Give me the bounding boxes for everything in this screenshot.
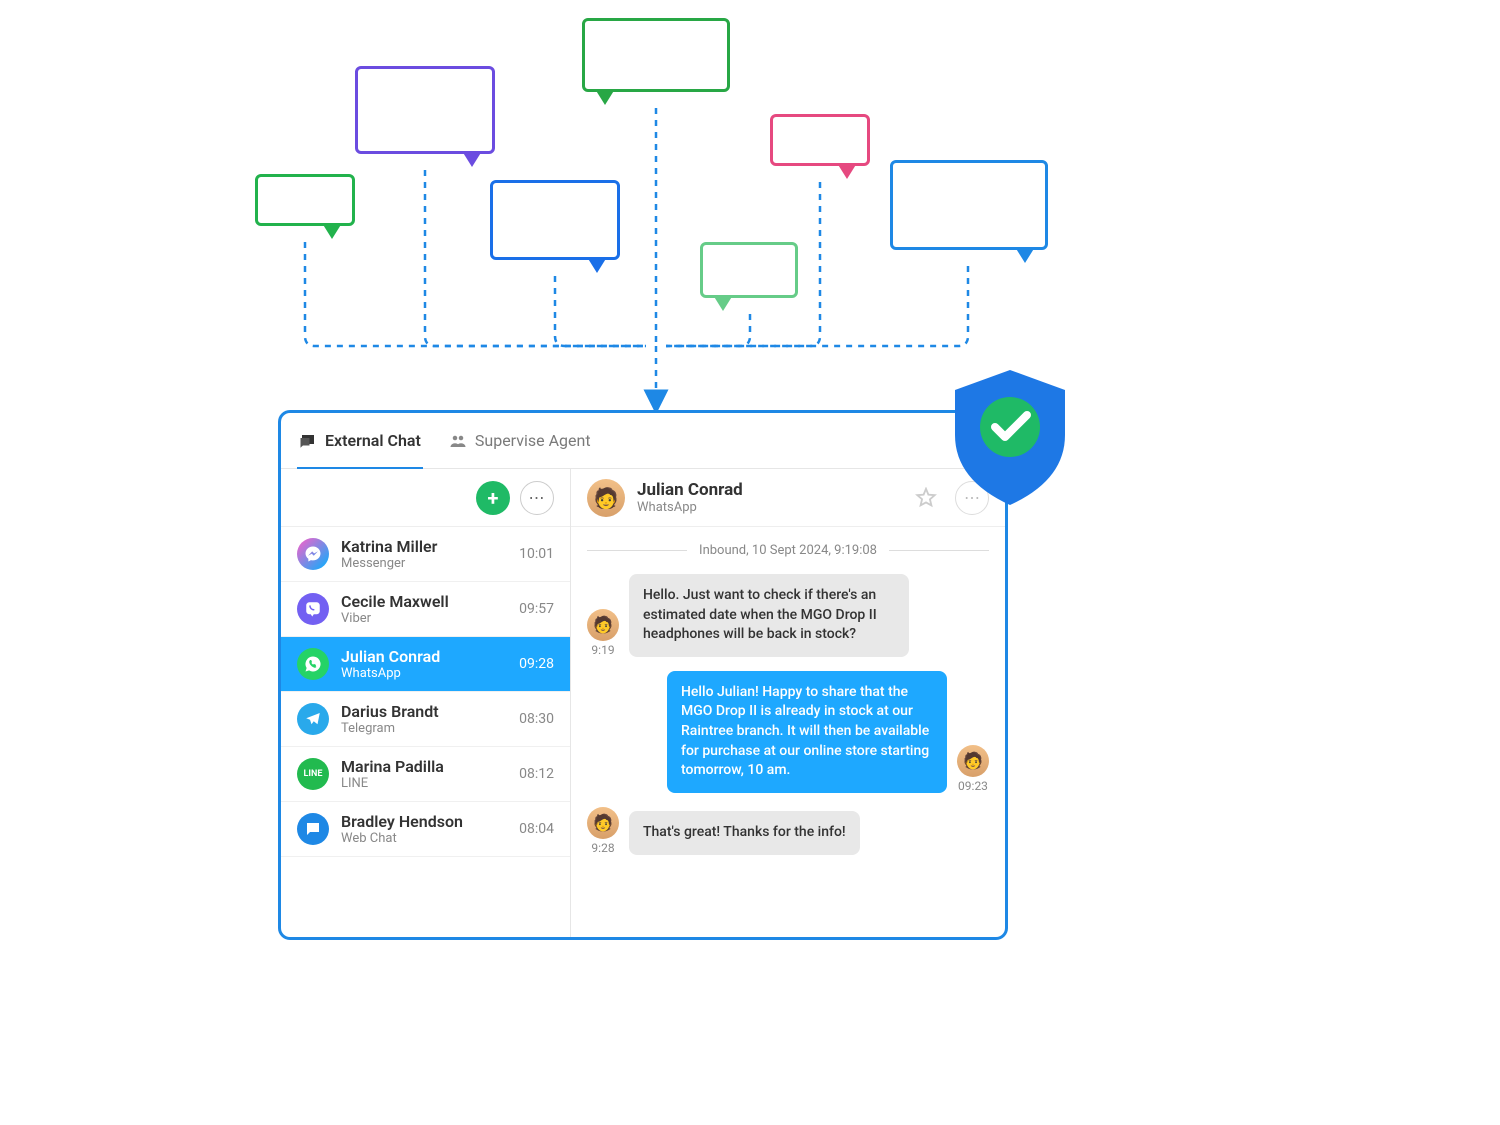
chat-contact-channel: WhatsApp xyxy=(637,500,897,515)
message-time: 9:19 xyxy=(591,643,614,657)
chat-body: Inbound, 10 Sept 2024, 9:19:08 🧑 9:19 He… xyxy=(571,527,1005,937)
tab-label: Supervise Agent xyxy=(475,431,591,450)
speech-bubble-icon xyxy=(582,18,730,92)
avatar: 🧑 xyxy=(587,807,619,839)
message-row: 🧑 9:19 Hello. Just want to check if ther… xyxy=(587,574,989,657)
conversation-item[interactable]: Katrina Miller Messenger 10:01 xyxy=(281,527,570,582)
chat-contact-name: Julian Conrad xyxy=(637,480,897,500)
telegram-icon xyxy=(297,703,329,735)
conversation-channel: LINE xyxy=(341,776,507,791)
speech-bubble-icon xyxy=(255,174,355,226)
line-icon: LINE xyxy=(297,758,329,790)
conversation-time: 08:30 xyxy=(519,711,554,727)
conversation-channel: Web Chat xyxy=(341,831,507,846)
conversation-list: Katrina Miller Messenger 10:01 Cecile Ma… xyxy=(281,527,570,937)
chat-app-window: External Chat Supervise Agent + ⋯ Katrin… xyxy=(278,410,1008,940)
speech-bubble-icon xyxy=(770,114,870,166)
conversation-name: Darius Brandt xyxy=(341,702,507,721)
speech-bubble-icon xyxy=(490,180,620,260)
conversation-name: Bradley Hendson xyxy=(341,812,507,831)
conversation-channel: Viber xyxy=(341,611,507,626)
agent-group-icon xyxy=(449,432,467,450)
viber-icon xyxy=(297,593,329,625)
conversation-item[interactable]: Darius Brandt Telegram 08:30 xyxy=(281,692,570,747)
chat-divider: Inbound, 10 Sept 2024, 9:19:08 xyxy=(587,543,989,558)
message-bubble: Hello Julian! Happy to share that the MG… xyxy=(667,671,947,793)
tab-label: External Chat xyxy=(325,431,421,450)
messenger-icon xyxy=(297,538,329,570)
speech-bubble-icon xyxy=(355,66,495,154)
avatar: 🧑 xyxy=(957,745,989,777)
sidebar-actions: + ⋯ xyxy=(281,469,570,527)
conversation-item[interactable]: Bradley Hendson Web Chat 08:04 xyxy=(281,802,570,857)
tab-external-chat[interactable]: External Chat xyxy=(299,413,421,468)
tab-supervise-agent[interactable]: Supervise Agent xyxy=(449,413,591,468)
conversation-channel: Messenger xyxy=(341,556,507,571)
message-bubble: That's great! Thanks for the info! xyxy=(629,811,860,855)
conversation-time: 08:04 xyxy=(519,821,554,837)
conversation-name: Marina Padilla xyxy=(341,757,507,776)
message-time: 9:28 xyxy=(591,841,614,855)
conversation-item[interactable]: Julian Conrad WhatsApp 09:28 xyxy=(281,637,570,692)
conversation-time: 10:01 xyxy=(519,546,554,562)
conversation-channel: Telegram xyxy=(341,721,507,736)
tabs-bar: External Chat Supervise Agent xyxy=(281,413,1005,469)
conversation-time: 09:57 xyxy=(519,601,554,617)
speech-bubble-icon xyxy=(700,242,798,298)
more-button[interactable]: ⋯ xyxy=(520,481,554,515)
webchat-icon xyxy=(297,813,329,845)
message-bubble: Hello. Just want to check if there's an … xyxy=(629,574,909,657)
whatsapp-icon xyxy=(297,648,329,680)
chat-header: 🧑 Julian Conrad WhatsApp ⋯ xyxy=(571,469,1005,527)
message-row: 🧑 09:23 Hello Julian! Happy to share tha… xyxy=(587,671,989,793)
conversation-name: Katrina Miller xyxy=(341,537,507,556)
speech-bubble-icon xyxy=(890,160,1048,250)
star-button[interactable] xyxy=(909,481,943,515)
message-time: 09:23 xyxy=(958,779,988,793)
avatar: 🧑 xyxy=(587,479,625,517)
conversation-time: 09:28 xyxy=(519,656,554,672)
chat-bubble-icon xyxy=(299,432,317,450)
message-row: 🧑 9:28 That's great! Thanks for the info… xyxy=(587,807,989,855)
conversation-sidebar: + ⋯ Katrina Miller Messenger 10:01 Cecil… xyxy=(281,469,571,937)
conversation-item[interactable]: LINE Marina Padilla LINE 08:12 xyxy=(281,747,570,802)
conversation-name: Cecile Maxwell xyxy=(341,592,507,611)
conversation-name: Julian Conrad xyxy=(341,647,507,666)
conversation-channel: WhatsApp xyxy=(341,666,507,681)
avatar: 🧑 xyxy=(587,609,619,641)
channel-bubbles-diagram xyxy=(250,10,1090,410)
security-shield-icon xyxy=(945,365,1075,510)
add-button[interactable]: + xyxy=(476,481,510,515)
conversation-item[interactable]: Cecile Maxwell Viber 09:57 xyxy=(281,582,570,637)
conversation-time: 08:12 xyxy=(519,766,554,782)
chat-pane: 🧑 Julian Conrad WhatsApp ⋯ Inbound, 10 S… xyxy=(571,469,1005,937)
